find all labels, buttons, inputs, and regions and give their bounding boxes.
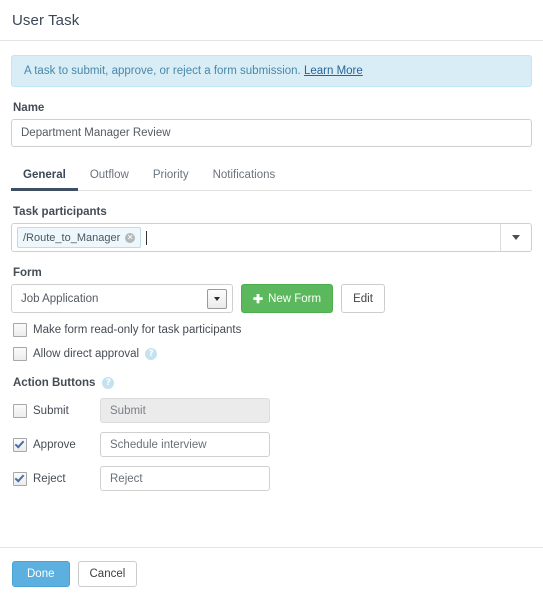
tab-general[interactable]: General: [11, 165, 78, 191]
text-cursor: [146, 230, 148, 245]
reject-check-group[interactable]: Reject: [13, 471, 100, 486]
cancel-button[interactable]: Cancel: [77, 560, 138, 587]
name-label: Name: [13, 102, 45, 114]
question-circle-icon[interactable]: ?: [102, 377, 115, 389]
page-title: User Task: [12, 11, 80, 29]
name-input[interactable]: Department Manager Review: [11, 119, 532, 147]
approve-label-input[interactable]: Schedule interview: [100, 432, 270, 457]
edit-form-button[interactable]: Edit: [341, 284, 385, 313]
edit-form-button-label: Edit: [353, 292, 373, 305]
submit-checkbox[interactable]: [13, 403, 27, 418]
token-area[interactable]: /Route_to_Manager ✕: [12, 224, 500, 251]
participant-token-label: /Route_to_Manager: [23, 231, 121, 244]
new-form-button[interactable]: ✚ New Form: [241, 284, 334, 313]
reject-label-value: Reject: [110, 472, 143, 485]
action-row-reject: Reject Reject: [13, 466, 532, 491]
approve-checkbox[interactable]: [13, 437, 27, 452]
plus-icon: ✚: [253, 291, 264, 306]
approve-label-value: Schedule interview: [110, 438, 207, 451]
readonly-checkbox[interactable]: [13, 323, 27, 337]
option-readonly-label: Make form read-only for task participant…: [33, 324, 242, 336]
direct-approval-checkbox[interactable]: [13, 347, 27, 361]
learn-more-link[interactable]: Learn More: [304, 65, 363, 77]
submit-check-group[interactable]: Submit: [13, 403, 100, 418]
select-arrow-button[interactable]: [207, 288, 227, 309]
participant-token[interactable]: /Route_to_Manager ✕: [17, 227, 142, 248]
chevron-down-icon: [214, 296, 220, 301]
approve-checkbox-label: Approve: [33, 438, 76, 451]
submit-checkbox-label: Submit: [33, 404, 69, 417]
info-banner: A task to submit, approve, or reject a f…: [11, 55, 532, 87]
action-row-submit: Submit Submit: [13, 398, 532, 423]
done-button-label: Done: [27, 567, 55, 580]
form-select[interactable]: Job Application: [11, 284, 233, 313]
form-row: Job Application ✚ New Form Edit: [11, 284, 532, 313]
tab-notifications[interactable]: Notifications: [201, 165, 288, 191]
tab-bar: General Outflow Priority Notifications: [11, 165, 532, 191]
tab-outflow[interactable]: Outflow: [78, 165, 141, 191]
approve-check-group[interactable]: Approve: [13, 437, 100, 452]
chevron-down-icon: [512, 235, 520, 240]
task-participants-field[interactable]: /Route_to_Manager ✕: [11, 223, 532, 252]
form-select-value: Job Application: [21, 292, 99, 305]
info-banner-text: A task to submit, approve, or reject a f…: [24, 65, 301, 77]
page-header: User Task: [0, 0, 543, 41]
option-direct-approval[interactable]: Allow direct approval ?: [13, 347, 532, 361]
tab-priority[interactable]: Priority: [141, 165, 201, 191]
action-row-approve: Approve Schedule interview: [13, 432, 532, 457]
action-buttons-label: Action Buttons: [13, 377, 96, 389]
reject-checkbox[interactable]: [13, 471, 27, 486]
done-button[interactable]: Done: [12, 560, 70, 587]
question-circle-icon[interactable]: ?: [145, 348, 158, 360]
close-circle-icon[interactable]: ✕: [125, 232, 136, 243]
submit-label-input[interactable]: Submit: [100, 398, 270, 423]
name-input-value: Department Manager Review: [21, 127, 171, 139]
submit-label-value: Submit: [110, 404, 146, 417]
footer-bar: Done Cancel: [0, 547, 543, 599]
new-form-button-label: New Form: [268, 292, 322, 305]
task-participants-label: Task participants: [13, 206, 107, 218]
reject-checkbox-label: Reject: [33, 472, 66, 485]
page-body: A task to submit, approve, or reject a f…: [0, 41, 543, 491]
cancel-button-label: Cancel: [89, 567, 126, 580]
participants-dropdown-toggle[interactable]: [500, 224, 531, 251]
form-label: Form: [13, 267, 42, 279]
option-readonly[interactable]: Make form read-only for task participant…: [13, 323, 532, 337]
reject-label-input[interactable]: Reject: [100, 466, 270, 491]
action-buttons-label-row: Action Buttons ?: [13, 377, 532, 389]
option-direct-approval-label: Allow direct approval: [33, 348, 140, 360]
